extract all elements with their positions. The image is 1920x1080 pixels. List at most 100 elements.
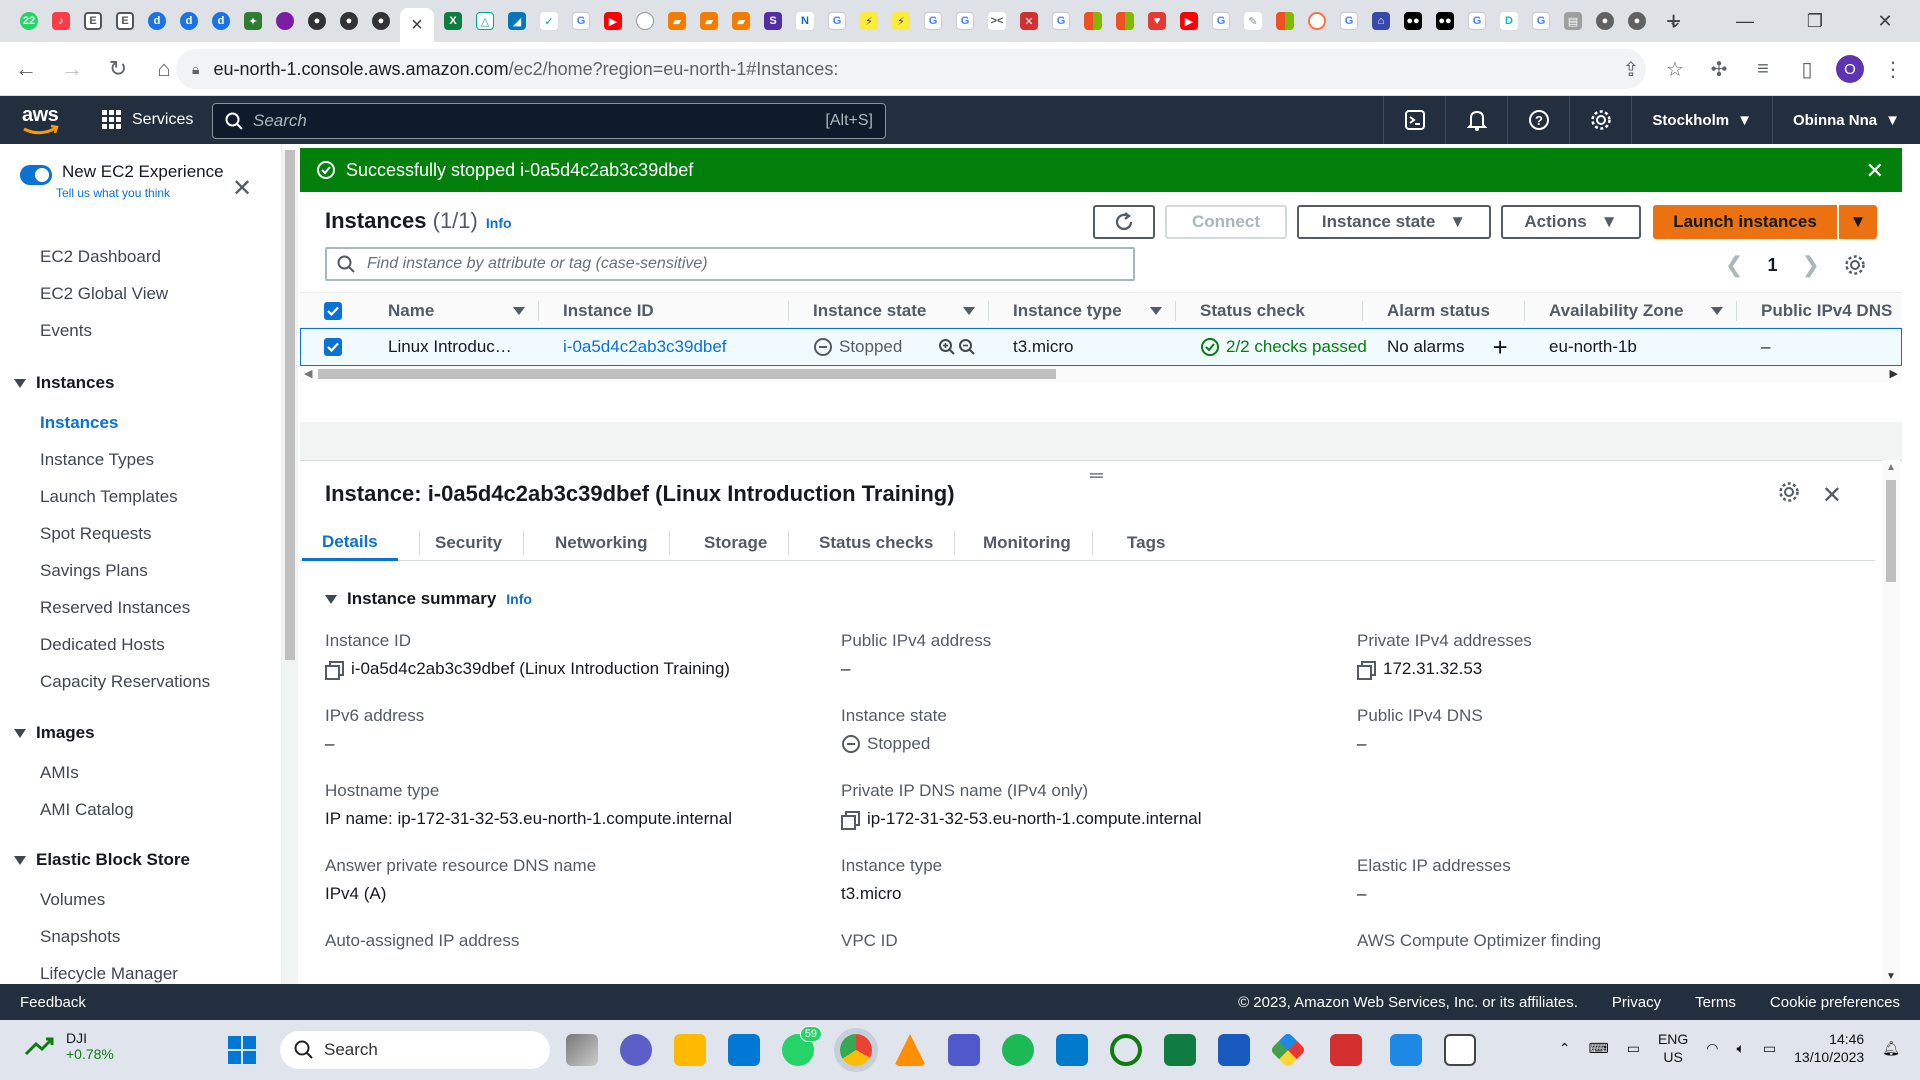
tab-search-icon[interactable]: ⌄ [1640, 0, 1710, 42]
sidebar-item-instance-types[interactable]: Instance Types [40, 450, 154, 470]
close-icon[interactable]: ✕ [1822, 481, 1842, 510]
aws-search-input[interactable]: Search [Alt+S] [212, 103, 886, 139]
browser-tab[interactable]: G [824, 8, 850, 34]
browser-tab[interactable]: ▶ [1176, 8, 1202, 34]
preferences-gear-icon[interactable] [1844, 254, 1866, 276]
sidebar-item-volumes[interactable]: Volumes [40, 890, 105, 910]
row-checkbox[interactable] [324, 329, 342, 365]
sidebar-item-ec2-dashboard[interactable]: EC2 Dashboard [40, 247, 161, 267]
sidepanel-icon[interactable]: ▯ [1792, 49, 1822, 89]
lock-icon[interactable]: 🔒︎ [192, 61, 199, 78]
scroll-down-icon[interactable]: ▼ [1886, 971, 1896, 982]
browser-tab[interactable] [1080, 8, 1106, 34]
star-icon[interactable]: ☆ [1660, 49, 1690, 89]
browser-tab[interactable]: ● [1592, 8, 1618, 34]
refresh-button[interactable] [1093, 205, 1155, 239]
scrollbar-thumb[interactable] [285, 150, 295, 660]
app-icon[interactable] [1110, 1034, 1142, 1066]
browser-tab[interactable] [1272, 8, 1298, 34]
connect-button[interactable]: Connect [1165, 205, 1287, 239]
browser-tab[interactable]: ⚡ [856, 8, 882, 34]
browser-tab[interactable]: △ [472, 8, 498, 34]
browser-tab[interactable]: ⚡ [888, 8, 914, 34]
instance-state-button[interactable]: Instance state ▼ [1297, 205, 1491, 239]
bell-icon[interactable] [1445, 96, 1507, 144]
meet-icon[interactable] [620, 1034, 652, 1066]
minimize-icon[interactable]: — [1710, 0, 1780, 42]
browser-tab[interactable]: ♥ [1144, 8, 1170, 34]
windows-start-icon[interactable] [228, 1036, 256, 1064]
zoom-in-icon[interactable] [938, 338, 956, 356]
info-link[interactable]: Info [486, 215, 512, 231]
browser-tab[interactable]: 22 [16, 8, 42, 34]
back-icon[interactable]: ← [6, 49, 46, 89]
copy-icon[interactable] [841, 811, 860, 830]
sidebar-section-images[interactable]: Images [14, 723, 95, 743]
browser-tab[interactable]: D [1496, 8, 1522, 34]
table-horizontal-scrollbar[interactable]: ◀ ▶ [300, 366, 1902, 382]
browser-tab[interactable]: G [1464, 8, 1490, 34]
chevron-up-icon[interactable]: ⌃ [1559, 1040, 1571, 1057]
instance-filter-input[interactable]: Find instance by attribute or tag (case-… [325, 247, 1135, 281]
browser-tab[interactable]: >< [984, 8, 1010, 34]
prev-page-icon[interactable]: ❮ [1725, 252, 1743, 278]
close-icon[interactable]: ✕ [232, 174, 252, 203]
browser-tab[interactable]: ● [304, 8, 330, 34]
select-all-checkbox[interactable] [324, 293, 364, 329]
browser-tab[interactable]: d [144, 8, 170, 34]
services-menu[interactable]: Services [102, 110, 193, 130]
menu-icon[interactable]: ⋮ [1878, 49, 1908, 89]
browser-tab[interactable]: ✦ [240, 8, 266, 34]
sidebar-item-lifecycle-manager[interactable]: Lifecycle Manager [40, 964, 178, 984]
next-page-icon[interactable]: ❯ [1801, 252, 1819, 278]
notification-bell-icon[interactable]: 🔔︎ [1882, 1040, 1900, 1057]
active-browser-tab[interactable]: × [400, 8, 434, 42]
settings-gear-icon[interactable] [1569, 96, 1631, 144]
browser-tab[interactable]: G [568, 8, 594, 34]
sidebar-scrollbar[interactable] [282, 150, 298, 984]
outlook-icon[interactable] [728, 1034, 760, 1066]
instance-summary-header[interactable]: Instance summary Info [325, 589, 532, 609]
scroll-up-icon[interactable]: ▲ [1886, 462, 1896, 473]
column-header-instance-type[interactable]: Instance type [989, 293, 1176, 329]
acrobat-icon[interactable] [1330, 1034, 1362, 1066]
sidebar-section-ebs[interactable]: Elastic Block Store [14, 850, 190, 870]
browser-tab[interactable]: d [176, 8, 202, 34]
browser-tab[interactable]: d [208, 8, 234, 34]
sidebar-item-ami-catalog[interactable]: AMI Catalog [40, 800, 134, 820]
browser-tab[interactable]: G [1336, 8, 1362, 34]
add-alarm-icon[interactable]: + [1492, 332, 1507, 363]
browser-tab[interactable]: E [80, 8, 106, 34]
column-header-public-dns[interactable]: Public IPv4 DNS [1737, 293, 1902, 329]
browser-tab[interactable]: ▤ [1560, 8, 1586, 34]
stock-widget[interactable]: DJI +0.78% [24, 1030, 114, 1062]
address-bar[interactable]: 🔒︎ eu-north-1.console.aws.amazon.com/ec2… [176, 49, 1646, 89]
browser-tab[interactable]: G [920, 8, 946, 34]
table-row[interactable]: Linux Introduc… i-0a5d4c2ab3c39dbef Stop… [300, 328, 1902, 366]
sidebar-item-spot-requests[interactable]: Spot Requests [40, 524, 152, 544]
column-header-alarm-status[interactable]: Alarm status [1363, 293, 1525, 329]
copy-icon[interactable] [1357, 661, 1376, 680]
column-header-status-check[interactable]: Status check [1176, 293, 1363, 329]
browser-tab[interactable]: ✎ [1240, 8, 1266, 34]
tab-details[interactable]: Details [302, 525, 420, 561]
scrollbar-thumb[interactable] [318, 369, 1056, 379]
snipping-tool-icon[interactable] [1444, 1034, 1476, 1066]
profile-avatar[interactable]: O [1836, 55, 1864, 83]
feedback-link[interactable]: Tell us what you think [56, 186, 224, 200]
browser-tab[interactable] [632, 8, 658, 34]
zoom-out-icon[interactable] [958, 338, 976, 356]
browser-tab[interactable]: ●● [1400, 8, 1426, 34]
browser-tab[interactable]: ✓ [536, 8, 562, 34]
close-window-icon[interactable]: ✕ [1850, 0, 1920, 42]
sidebar-item-dedicated-hosts[interactable]: Dedicated Hosts [40, 635, 165, 655]
browser-tab[interactable]: ♪ [48, 8, 74, 34]
sidebar-item-launch-templates[interactable]: Launch Templates [40, 487, 178, 507]
actions-button[interactable]: Actions ▼ [1501, 205, 1641, 239]
cookie-preferences-link[interactable]: Cookie preferences [1770, 994, 1900, 1011]
close-tab-icon[interactable]: × [411, 14, 423, 37]
browser-tab[interactable]: ●● [1432, 8, 1458, 34]
launch-instances-button[interactable]: Launch instances [1653, 205, 1837, 239]
browser-tab[interactable]: ▰ [728, 8, 754, 34]
share-icon[interactable]: ⇪ [1616, 49, 1646, 89]
